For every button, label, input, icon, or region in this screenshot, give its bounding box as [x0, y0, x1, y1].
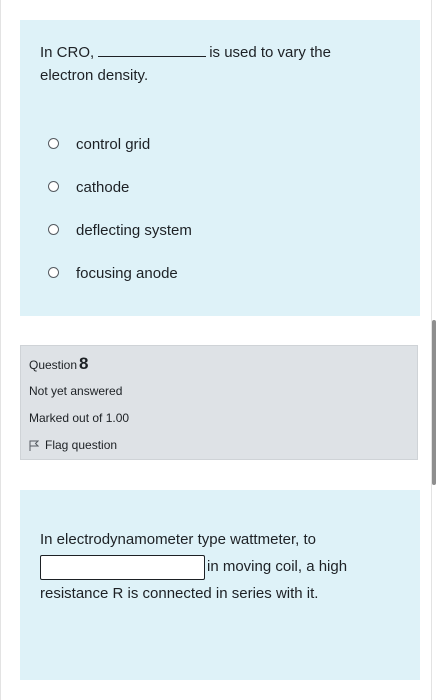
question-7-text-line2: electron density.	[40, 67, 149, 84]
question-7-text-end: is used to vary the	[209, 44, 331, 61]
question-7-text: In CRO, is used to vary the electron dens…	[40, 41, 410, 87]
radio-button[interactable]	[48, 181, 59, 192]
option-label: focusing anode	[76, 265, 178, 282]
page-left-border	[0, 0, 1, 700]
question-label: Question	[29, 358, 78, 372]
option-label: control grid	[76, 136, 151, 153]
radio-button[interactable]	[48, 267, 59, 278]
question-8-text: In electrodynamometer type wattmeter, to…	[40, 526, 415, 607]
question-8-text-line1: In electrodynamometer type wattmeter, to	[40, 531, 316, 548]
answer-status: Not yet answered	[29, 384, 123, 398]
question-8-text-line3: resistance R is connected in series with…	[40, 585, 319, 602]
flag-question-label: Flag question	[45, 438, 118, 452]
question-8-text-after-input: in moving coil, a high	[207, 558, 348, 575]
question-7-blank	[98, 44, 207, 57]
scrollbar[interactable]	[432, 320, 436, 485]
answer-input[interactable]	[40, 554, 205, 580]
radio-button[interactable]	[48, 224, 59, 235]
question-number: 8	[79, 354, 89, 373]
question-8-content: In electrodynamometer type wattmeter, to…	[20, 490, 420, 680]
question-7-content: In CRO, is used to vary the electron dens…	[20, 20, 420, 316]
question-7-text-start: In CRO,	[40, 44, 95, 61]
option-label: cathode	[76, 179, 130, 196]
radio-button[interactable]	[48, 138, 59, 149]
option-label: deflecting system	[76, 222, 192, 239]
flag-icon	[29, 440, 39, 451]
question-8-info-panel: Question 8 Not yet answered Marked out of…	[20, 345, 418, 460]
flag-question-link[interactable]: Flag question	[29, 438, 149, 454]
question-grade: Marked out of 1.00	[29, 411, 130, 425]
question-number-heading: Question 8	[29, 354, 89, 374]
